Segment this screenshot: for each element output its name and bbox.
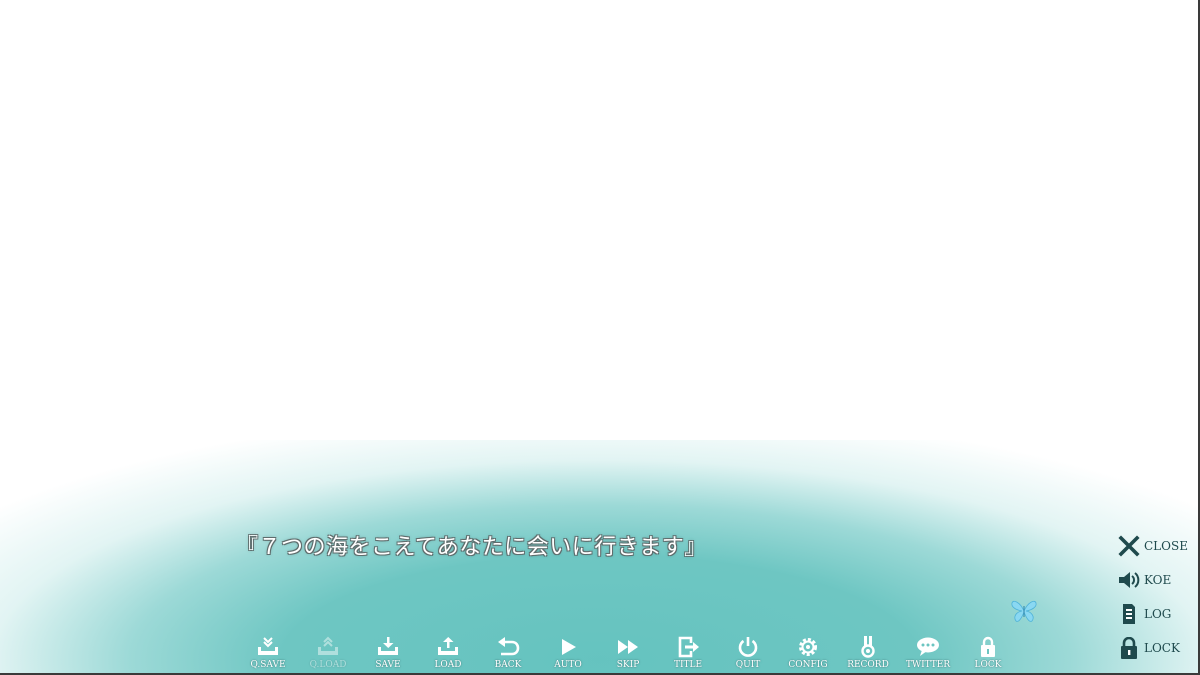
save-label: SAVE (375, 660, 401, 670)
save-icon (378, 637, 398, 655)
log-list-icon (1123, 604, 1135, 624)
lock-button[interactable]: LOCK (1112, 635, 1198, 663)
quit-button[interactable]: QUIT (718, 636, 778, 674)
padlock-icon (1121, 637, 1137, 659)
record-button[interactable]: RECORD (838, 636, 898, 674)
dialogue-text: 『７つの海をこえてあなたに会いに行きます』 (236, 535, 707, 560)
exit-door-icon (678, 636, 699, 658)
play-icon (562, 639, 576, 655)
speech-bubble-icon (917, 637, 939, 656)
config-button[interactable]: CONFIG (778, 636, 838, 674)
close-icon (1118, 535, 1140, 557)
quick-save-button[interactable]: Q.SAVE (238, 636, 298, 674)
save-button[interactable]: SAVE (358, 636, 418, 674)
koe-button[interactable]: KOE (1112, 567, 1198, 595)
system-toolbar: Q.SAVE Q.LOAD SAVE LOAD BACK AUTO SKIP T… (238, 636, 1018, 674)
gear-icon (799, 638, 817, 656)
quit-label: QUIT (735, 660, 761, 670)
quick-load-button[interactable]: Q.LOAD (298, 636, 358, 674)
quick-load-icon (318, 636, 338, 655)
koe-label: KOE (1144, 573, 1172, 587)
lock-toolbar-label: LOCK (974, 660, 1002, 670)
skip-button[interactable]: SKIP (598, 636, 658, 674)
skip-label: SKIP (616, 660, 640, 670)
game-screen[interactable]: 『７つの海をこえてあなたに会いに行きます』 Q.SAVE Q.LOAD SAVE… (0, 0, 1200, 675)
lock-label: LOCK (1144, 641, 1180, 655)
close-label: CLOSE (1144, 539, 1188, 553)
quick-save-label: Q.SAVE (250, 660, 286, 670)
quick-load-label: Q.LOAD (309, 660, 347, 670)
auto-label: AUTO (554, 660, 582, 670)
fast-forward-icon (618, 640, 638, 654)
log-label: LOG (1144, 607, 1172, 621)
load-button[interactable]: LOAD (418, 636, 478, 674)
back-label: BACK (494, 660, 522, 670)
config-label: CONFIG (788, 660, 828, 670)
medal-icon (861, 636, 875, 658)
load-icon (438, 637, 458, 655)
back-button[interactable]: BACK (478, 636, 538, 674)
lock-toolbar-button[interactable]: LOCK (958, 636, 1018, 674)
record-label: RECORD (847, 660, 889, 670)
close-button[interactable]: CLOSE (1112, 533, 1198, 561)
auto-button[interactable]: AUTO (538, 636, 598, 674)
speaker-icon (1119, 572, 1140, 588)
back-arrow-icon (498, 637, 520, 656)
quick-save-icon (258, 637, 278, 655)
log-button[interactable]: LOG (1112, 601, 1198, 629)
power-icon (738, 637, 758, 657)
title-button[interactable]: TITLE (658, 636, 718, 674)
butterfly-icon (1011, 600, 1037, 622)
twitter-label: TWITTER (905, 660, 951, 670)
twitter-button[interactable]: TWITTER (898, 636, 958, 674)
padlock-icon (981, 636, 995, 657)
side-menu: CLOSE KOE LOG LOCK (1112, 533, 1198, 668)
title-label: TITLE (673, 660, 703, 670)
load-label: LOAD (434, 660, 462, 670)
